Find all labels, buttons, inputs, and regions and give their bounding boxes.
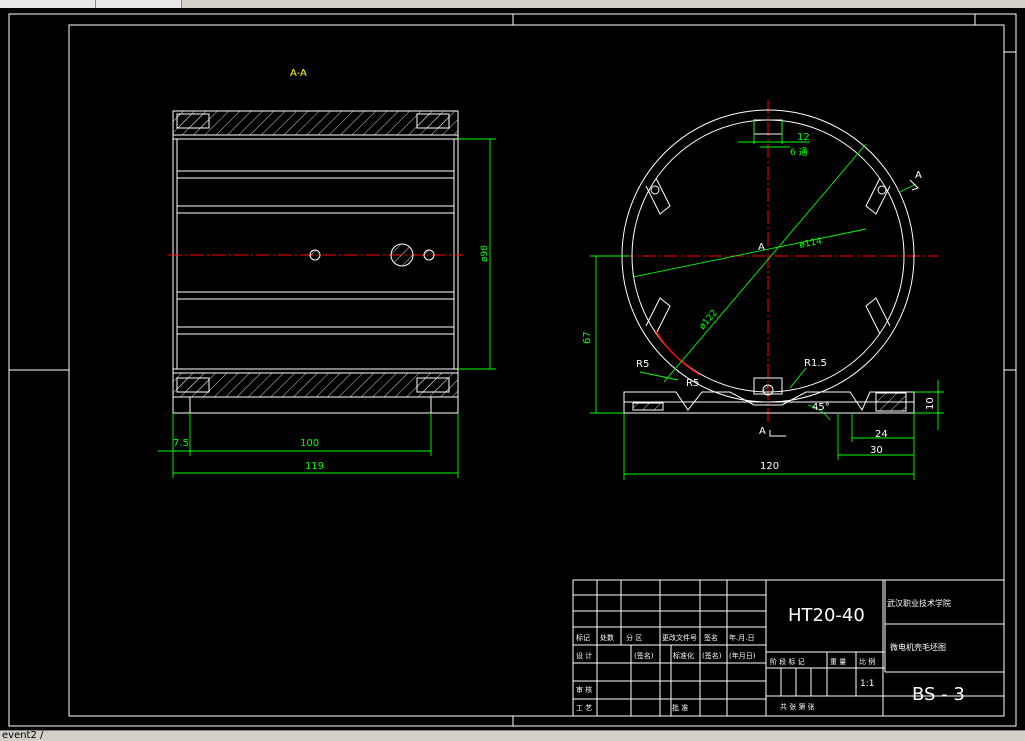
dim-6: 6 通	[790, 147, 808, 158]
center-label: A	[758, 242, 765, 253]
command-line[interactable]: event2 /	[0, 730, 1025, 741]
cell-stage: 阶 段 标 记	[770, 657, 805, 666]
cell-craft: 工 艺	[576, 704, 592, 712]
dim-30: 30	[870, 445, 883, 456]
section-arrow-label: A	[915, 170, 922, 181]
cell-scale-header: 比 例	[859, 657, 875, 666]
sheet-frame	[8, 13, 1017, 727]
dim-r5-a: R5	[636, 359, 649, 370]
cell-change-doc: 更改文件号	[662, 633, 697, 642]
section-label: A-A	[290, 68, 307, 79]
dim-7-5: 7.5	[173, 438, 189, 449]
cell-review: 审 核	[576, 685, 592, 694]
dim-d98: ø98	[480, 245, 490, 262]
toolbar-segment	[96, 0, 182, 8]
cell-standard: 标准化	[673, 651, 694, 660]
dim-24: 24	[875, 429, 888, 440]
school-name: 武汉职业技术学院	[887, 598, 951, 608]
cell-date: 年.月.日	[729, 633, 754, 642]
dim-r1-5: R1.5	[804, 358, 827, 369]
material-label: HT20-40	[788, 605, 865, 626]
cell-standard-date: (年月日)	[729, 651, 756, 660]
scale-value: 1:1	[860, 679, 874, 689]
cell-zone: 分 区	[626, 633, 642, 642]
cad-drawing-canvas[interactable]: A-A ø98 7.5 100 119 ø114 ø122 12 6 通 67 …	[0, 8, 1025, 730]
cell-standard-sign: (签名)	[702, 651, 722, 660]
window-top-strip	[0, 0, 1025, 8]
cell-approve: 批 准	[672, 703, 688, 712]
dim-12: 12	[797, 132, 810, 143]
dim-45deg: 45°	[812, 402, 830, 413]
section-mark-bottom: A	[759, 426, 766, 437]
cell-weight: 重 量	[830, 658, 846, 666]
cell-design-sign: (签名)	[634, 651, 654, 660]
dim-d114: ø114	[799, 236, 824, 251]
dim-120: 120	[760, 461, 779, 472]
end-view	[598, 100, 938, 425]
section-dimensions	[158, 138, 496, 478]
toolbar-segment	[0, 0, 96, 8]
dim-10: 10	[925, 397, 936, 410]
cell-mark: 标记	[576, 633, 590, 642]
dim-119: 119	[305, 461, 324, 472]
drawing-name: 微电机壳毛坯图	[890, 642, 946, 652]
dim-r5-b: R5	[686, 378, 699, 389]
cell-design: 设 计	[576, 651, 592, 660]
cell-sign: 签名	[704, 633, 718, 642]
cell-count: 处数	[600, 633, 614, 642]
command-text: event2 /	[2, 730, 44, 741]
section-arrow-bottom-icon	[769, 430, 786, 437]
section-view	[168, 110, 463, 414]
drawing-number: BS - 3	[912, 684, 965, 705]
end-view-dimensions	[590, 120, 944, 480]
dim-67: 67	[582, 331, 593, 344]
cell-sheets: 共 张 第 张	[780, 702, 815, 711]
dim-100: 100	[300, 438, 319, 449]
